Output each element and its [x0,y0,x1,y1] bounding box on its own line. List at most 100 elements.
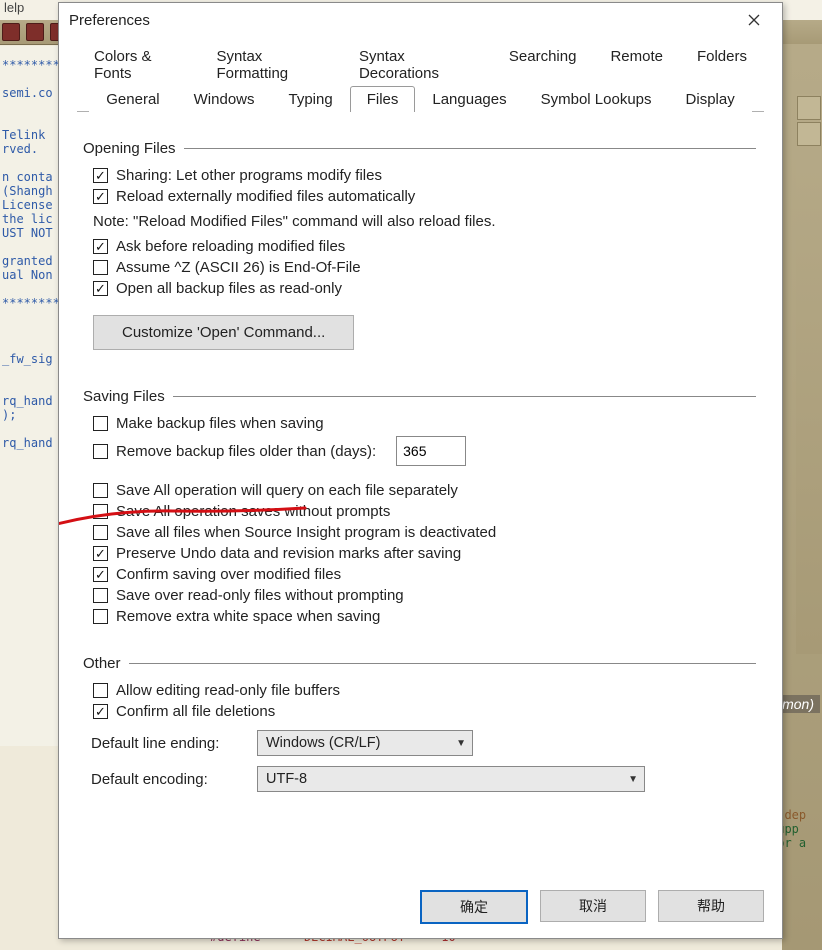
toolbar-icon[interactable] [26,23,44,41]
tabs-area: Colors & FontsSyntax FormattingSyntax De… [59,37,782,112]
saving-item-label: Preserve Undo data and revision marks af… [116,545,461,562]
opening-item-row: Ask before reloading modified files [93,238,756,255]
saving-item-label: Save All operation saves without prompts [116,503,390,520]
saving-item-label: Remove extra white space when saving [116,608,380,625]
saving-item-checkbox[interactable] [93,588,108,603]
tab-typing[interactable]: Typing [272,86,350,112]
tab-general[interactable]: General [89,86,176,112]
opening-item-label: Ask before reloading modified files [116,238,345,255]
chevron-down-icon: ▼ [456,738,466,749]
saving-item-checkbox[interactable] [93,567,108,582]
saving-items: Save All operation will query on each fi… [85,482,756,625]
make-backup-row: Make backup files when saving [93,415,756,432]
opening-item-row: Reload externally modified files automat… [93,188,756,205]
opening-note: Note: "Reload Modified Files" command wi… [93,213,756,230]
saving-item-label: Save all files when Source Insight progr… [116,524,496,541]
remove-older-days-input[interactable] [396,436,466,466]
other-item-checkbox[interactable] [93,704,108,719]
side-panel-tab[interactable] [797,96,821,120]
preferences-dialog: Preferences Colors & FontsSyntax Formatt… [58,2,783,939]
section-other-header: Other [83,655,756,672]
opening-item-checkbox[interactable] [93,189,108,204]
remove-older-label: Remove backup files older than (days): [116,443,376,460]
saving-item-row: Save All operation saves without prompts [93,503,756,520]
opening-item-label: Assume ^Z (ASCII 26) is End-Of-File [116,259,361,276]
make-backup-label: Make backup files when saving [116,415,324,432]
saving-item-label: Save over read-only files without prompt… [116,587,404,604]
saving-item-row: Confirm saving over modified files [93,566,756,583]
line-ending-label: Default line ending: [91,735,241,752]
saving-item-row: Save All operation will query on each fi… [93,482,756,499]
line-ending-combo[interactable]: Windows (CR/LF) ▼ [257,730,473,756]
customize-open-button[interactable]: Customize 'Open' Command... [93,315,354,350]
saving-item-checkbox[interactable] [93,525,108,540]
saving-item-checkbox[interactable] [93,609,108,624]
cancel-button[interactable]: 取消 [540,890,646,922]
saving-item-checkbox[interactable] [93,504,108,519]
section-title: Other [83,655,121,672]
saving-item-checkbox[interactable] [93,546,108,561]
dialog-title: Preferences [69,12,150,29]
other-item-checkbox[interactable] [93,683,108,698]
tab-searching[interactable]: Searching [492,43,594,86]
tab-files[interactable]: Files [350,86,416,112]
opening-item-row: Assume ^Z (ASCII 26) is End-Of-File [93,259,756,276]
ok-button[interactable]: 确定 [420,890,528,924]
opening-item-row: Open all backup files as read-only [93,280,756,297]
opening-item-checkbox[interactable] [93,239,108,254]
encoding-label: Default encoding: [91,771,241,788]
make-backup-checkbox[interactable] [93,416,108,431]
section-title: Saving Files [83,388,165,405]
dialog-buttons: 确定 取消 帮助 [59,878,782,938]
other-item-row: Confirm all file deletions [93,703,756,720]
tab-display[interactable]: Display [669,86,752,112]
tab-symbol-lookups[interactable]: Symbol Lookups [524,86,669,112]
saving-item-row: Save over read-only files without prompt… [93,587,756,604]
right-tool-rail [796,94,822,654]
saving-item-row: Remove extra white space when saving [93,608,756,625]
close-icon [748,14,760,26]
remove-older-checkbox[interactable] [93,444,108,459]
saving-item-label: Confirm saving over modified files [116,566,341,583]
tab-row-2: GeneralWindowsTypingFilesLanguagesSymbol… [89,86,751,112]
section-saving-header: Saving Files [83,388,756,405]
close-button[interactable] [734,7,774,33]
titlebar: Preferences [59,3,782,37]
tab-windows[interactable]: Windows [177,86,272,112]
other-item-label: Allow editing read-only file buffers [116,682,340,699]
opening-item-row: Sharing: Let other programs modify files [93,167,756,184]
tab-remote[interactable]: Remote [593,43,680,86]
other-item-label: Confirm all file deletions [116,703,275,720]
tab-row-1: Colors & FontsSyntax FormattingSyntax De… [77,43,764,86]
chevron-down-icon: ▼ [628,774,638,785]
tab-syntax-formatting[interactable]: Syntax Formatting [199,43,342,86]
side-panel-tab[interactable] [797,122,821,146]
line-ending-value: Windows (CR/LF) [266,735,380,751]
dialog-content: Opening Files Sharing: Let other program… [59,112,782,878]
tab-colors-fonts[interactable]: Colors & Fonts [77,43,199,86]
opening-item-checkbox[interactable] [93,260,108,275]
toolbar-icon[interactable] [2,23,20,41]
tab-folders[interactable]: Folders [680,43,764,86]
opening-item-label: Reload externally modified files automat… [116,188,415,205]
other-item-row: Allow editing read-only file buffers [93,682,756,699]
opening-items: Sharing: Let other programs modify files… [85,167,756,205]
saving-item-label: Save All operation will query on each fi… [116,482,458,499]
tab-syntax-decorations[interactable]: Syntax Decorations [342,43,492,86]
remove-older-row: Remove backup files older than (days): [93,436,756,466]
line-ending-field: Default line ending: Windows (CR/LF) ▼ [91,730,756,756]
other-items: Allow editing read-only file buffers Conf… [85,682,756,720]
opening-item-checkbox[interactable] [93,281,108,296]
help-button[interactable]: 帮助 [658,890,764,922]
encoding-value: UTF-8 [266,771,307,787]
saving-item-checkbox[interactable] [93,483,108,498]
encoding-combo[interactable]: UTF-8 ▼ [257,766,645,792]
saving-item-row: Preserve Undo data and revision marks af… [93,545,756,562]
opening-item-checkbox[interactable] [93,168,108,183]
section-title: Opening Files [83,140,176,157]
opening-items-2: Ask before reloading modified files Assum… [85,238,756,297]
saving-item-row: Save all files when Source Insight progr… [93,524,756,541]
tab-languages[interactable]: Languages [415,86,523,112]
opening-item-label: Sharing: Let other programs modify files [116,167,382,184]
opening-item-label: Open all backup files as read-only [116,280,342,297]
